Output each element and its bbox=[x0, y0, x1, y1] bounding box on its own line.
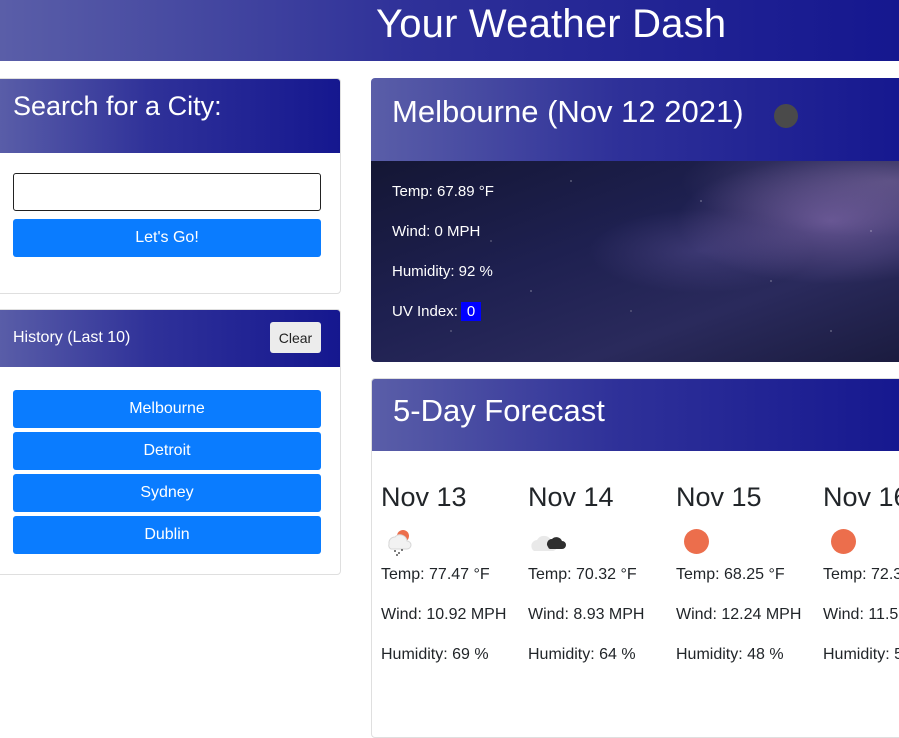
search-card-header: Search for a City: bbox=[0, 79, 340, 153]
forecast-header: 5-Day Forecast bbox=[372, 379, 899, 451]
forecast-humidity: Humidity: 64 % bbox=[528, 646, 636, 663]
sun-icon bbox=[676, 527, 816, 557]
light-rain-icon bbox=[381, 527, 521, 557]
forecast-date: Nov 16 bbox=[823, 482, 899, 512]
forecast-date: Nov 13 bbox=[381, 482, 467, 512]
forecast-date: Nov 14 bbox=[528, 482, 614, 512]
page-title: Your Weather Dash bbox=[376, 2, 727, 46]
city-search-input[interactable] bbox=[13, 173, 321, 211]
forecast-wind: Wind: 10.92 MPH bbox=[381, 606, 507, 623]
top-header: Your Weather Dash bbox=[0, 0, 899, 61]
current-wind: Wind: 0 MPH bbox=[392, 223, 481, 240]
sun-icon bbox=[684, 529, 709, 554]
forecast-humidity: Humidity: 48 % bbox=[676, 646, 784, 663]
cloudy-icon bbox=[528, 527, 668, 557]
current-temp: Temp: 67.89 °F bbox=[392, 183, 494, 200]
search-title: Search for a City: bbox=[13, 91, 222, 121]
sun-icon bbox=[823, 527, 899, 557]
forecast-title: 5-Day Forecast bbox=[393, 393, 605, 428]
moon-icon bbox=[774, 104, 798, 128]
clear-history-button[interactable]: Clear bbox=[270, 322, 321, 353]
uv-label: UV Index: bbox=[392, 303, 458, 320]
forecast-humidity: Humidity: 5 bbox=[823, 646, 899, 663]
history-item-dublin[interactable]: Dublin bbox=[13, 516, 321, 554]
history-card-header: History (Last 10) Clear bbox=[0, 310, 340, 367]
forecast-date: Nov 15 bbox=[676, 482, 762, 512]
current-uv: UV Index: 0 bbox=[392, 302, 482, 321]
current-weather-header: Melbourne (Nov 12 2021) bbox=[371, 78, 899, 161]
forecast-day: Nov 15 Temp: 68.25 °F Wind: 12.24 MPH Hu… bbox=[676, 482, 816, 683]
current-city-title: Melbourne (Nov 12 2021) bbox=[392, 94, 744, 129]
current-humidity: Humidity: 92 % bbox=[392, 263, 493, 280]
forecast-card: 5-Day Forecast Nov 13 Temp: 77.47 °F Win… bbox=[371, 378, 899, 738]
history-item-melbourne[interactable]: Melbourne bbox=[13, 390, 321, 428]
history-card: History (Last 10) Clear Melbourne Detroi… bbox=[0, 309, 341, 575]
forecast-wind: Wind: 11.5 bbox=[823, 606, 899, 623]
forecast-humidity: Humidity: 69 % bbox=[381, 646, 489, 663]
sun-icon bbox=[831, 529, 856, 554]
forecast-wind: Wind: 12.24 MPH bbox=[676, 606, 802, 623]
history-title: History (Last 10) bbox=[13, 329, 131, 346]
forecast-day: Nov 14 Temp: 70.32 °F Wind: 8.93 MPH Hum… bbox=[528, 482, 668, 683]
forecast-day: Nov 16 Temp: 72.3 Wind: 11.5 Humidity: 5 bbox=[823, 482, 899, 683]
current-weather-body: Temp: 67.89 °F Wind: 0 MPH Humidity: 92 … bbox=[371, 161, 899, 362]
forecast-temp: Temp: 77.47 °F bbox=[381, 566, 490, 583]
search-card: Search for a City: Let's Go! bbox=[0, 78, 341, 294]
forecast-temp: Temp: 70.32 °F bbox=[528, 566, 637, 583]
history-list: Melbourne Detroit Sydney Dublin bbox=[13, 390, 321, 558]
history-item-sydney[interactable]: Sydney bbox=[13, 474, 321, 512]
current-weather-card: Melbourne (Nov 12 2021) Temp: 67.89 °F W… bbox=[371, 78, 899, 362]
uv-badge: 0 bbox=[460, 302, 482, 321]
forecast-temp: Temp: 72.3 bbox=[823, 566, 899, 583]
history-item-detroit[interactable]: Detroit bbox=[13, 432, 321, 470]
search-button[interactable]: Let's Go! bbox=[13, 219, 321, 257]
forecast-day: Nov 13 Temp: 77.47 °F Wind: 10.92 MPH Hu… bbox=[381, 482, 521, 683]
forecast-wind: Wind: 8.93 MPH bbox=[528, 606, 645, 623]
forecast-temp: Temp: 68.25 °F bbox=[676, 566, 785, 583]
